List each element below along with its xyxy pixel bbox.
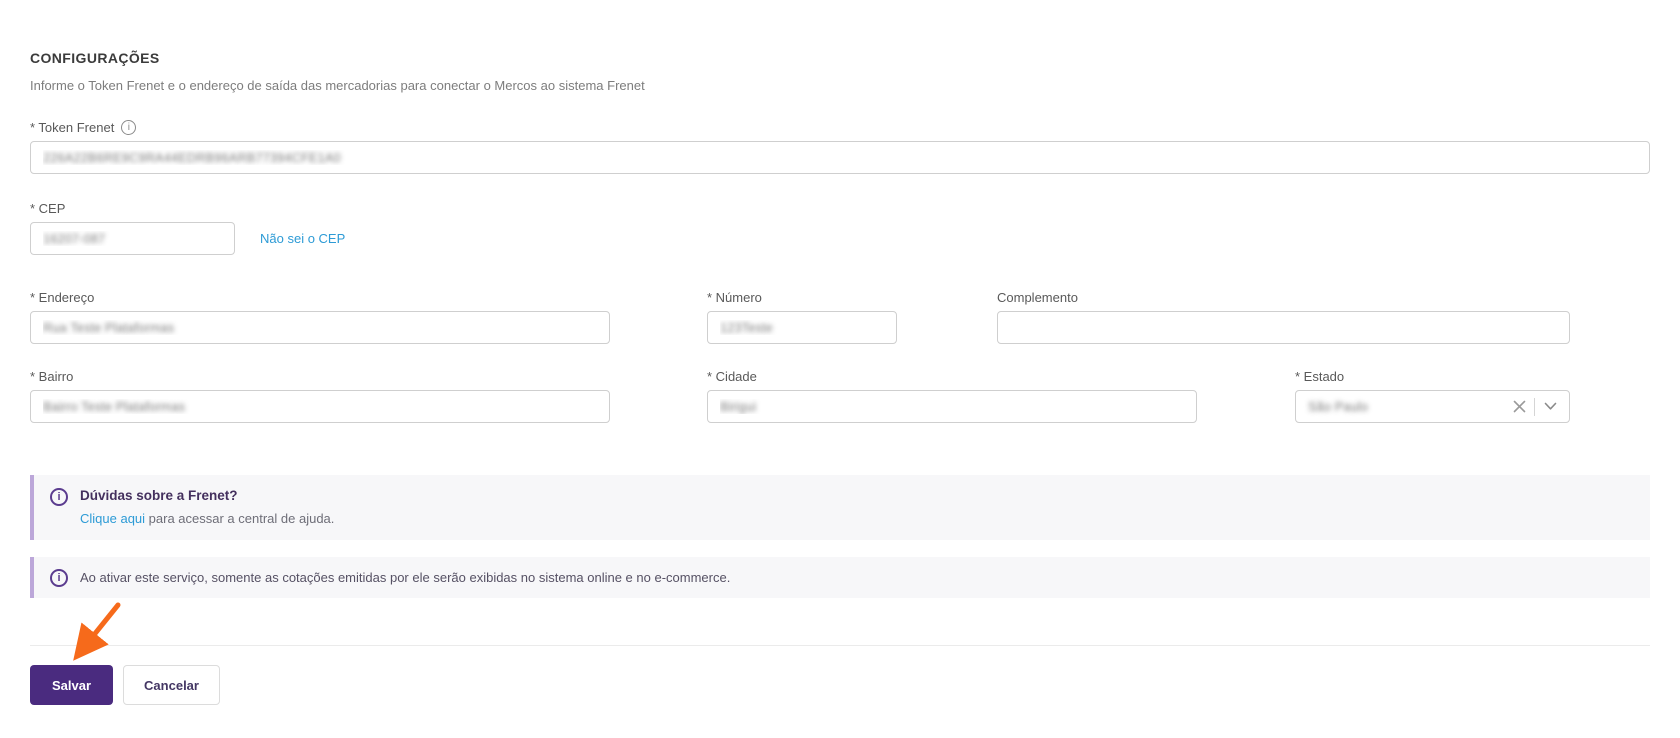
cep-label: * CEP [30, 200, 66, 216]
frenet-help-infobox: i Dúvidas sobre a Frenet? Clique aqui pa… [30, 475, 1650, 540]
infobox-title: Dúvidas sobre a Frenet? [80, 488, 238, 503]
clear-icon[interactable] [1505, 400, 1534, 413]
infobox-body-text: para acessar a central de ajuda. [145, 511, 335, 526]
bairro-label: * Bairro [30, 368, 74, 384]
endereco-input[interactable] [30, 311, 610, 344]
page-title: CONFIGURAÇÕES [30, 50, 160, 66]
help-center-link[interactable]: Clique aqui [80, 511, 145, 526]
save-button[interactable]: Salvar [30, 665, 114, 705]
token-input[interactable] [30, 141, 1650, 174]
chevron-down-icon[interactable] [1535, 402, 1559, 411]
cidade-label: * Cidade [707, 368, 757, 384]
infobox-body: Clique aqui para acessar a central de aj… [80, 510, 334, 528]
page-subtitle: Informe o Token Frenet e o endereço de s… [30, 78, 645, 93]
token-label-row: * Token Frenet i [30, 117, 1650, 137]
cep-help-link[interactable]: Não sei o CEP [260, 231, 345, 246]
cep-input[interactable] [30, 222, 235, 255]
bairro-input[interactable] [30, 390, 610, 423]
numero-input[interactable] [707, 311, 897, 344]
info-circle-icon: i [50, 569, 68, 587]
info-circle-icon: i [50, 488, 68, 506]
service-activation-infobox: i Ao ativar este serviço, somente as cot… [30, 557, 1650, 598]
footer-divider [30, 645, 1650, 646]
settings-page: CONFIGURAÇÕES Informe o Token Frenet e o… [30, 0, 1650, 705]
endereco-label: * Endereço [30, 289, 95, 305]
cidade-input[interactable] [707, 390, 1197, 423]
estado-value: São Paulo [1308, 399, 1368, 414]
address-row: * Endereço * Número Complemento [30, 287, 1650, 344]
token-field-group: * Token Frenet i [30, 117, 1650, 174]
estado-label: * Estado [1295, 368, 1345, 384]
token-label: * Token Frenet [30, 119, 115, 135]
complemento-input[interactable] [997, 311, 1570, 344]
estado-select[interactable]: São Paulo [1295, 390, 1570, 423]
orange-arrow-annotation [73, 602, 121, 661]
cep-field-group: * CEP Não sei o CEP [30, 198, 1650, 255]
cancel-button[interactable]: Cancelar [123, 665, 220, 705]
info-circle-icon[interactable]: i [121, 119, 137, 135]
actions-bar: Salvar Cancelar [30, 602, 1650, 705]
district-row: * Bairro * Cidade * Estado São Paulo [30, 366, 1650, 423]
numero-label: * Número [707, 289, 762, 305]
complemento-label: Complemento [997, 289, 1078, 305]
infobox-text: Ao ativar este serviço, somente as cotaç… [80, 569, 731, 585]
